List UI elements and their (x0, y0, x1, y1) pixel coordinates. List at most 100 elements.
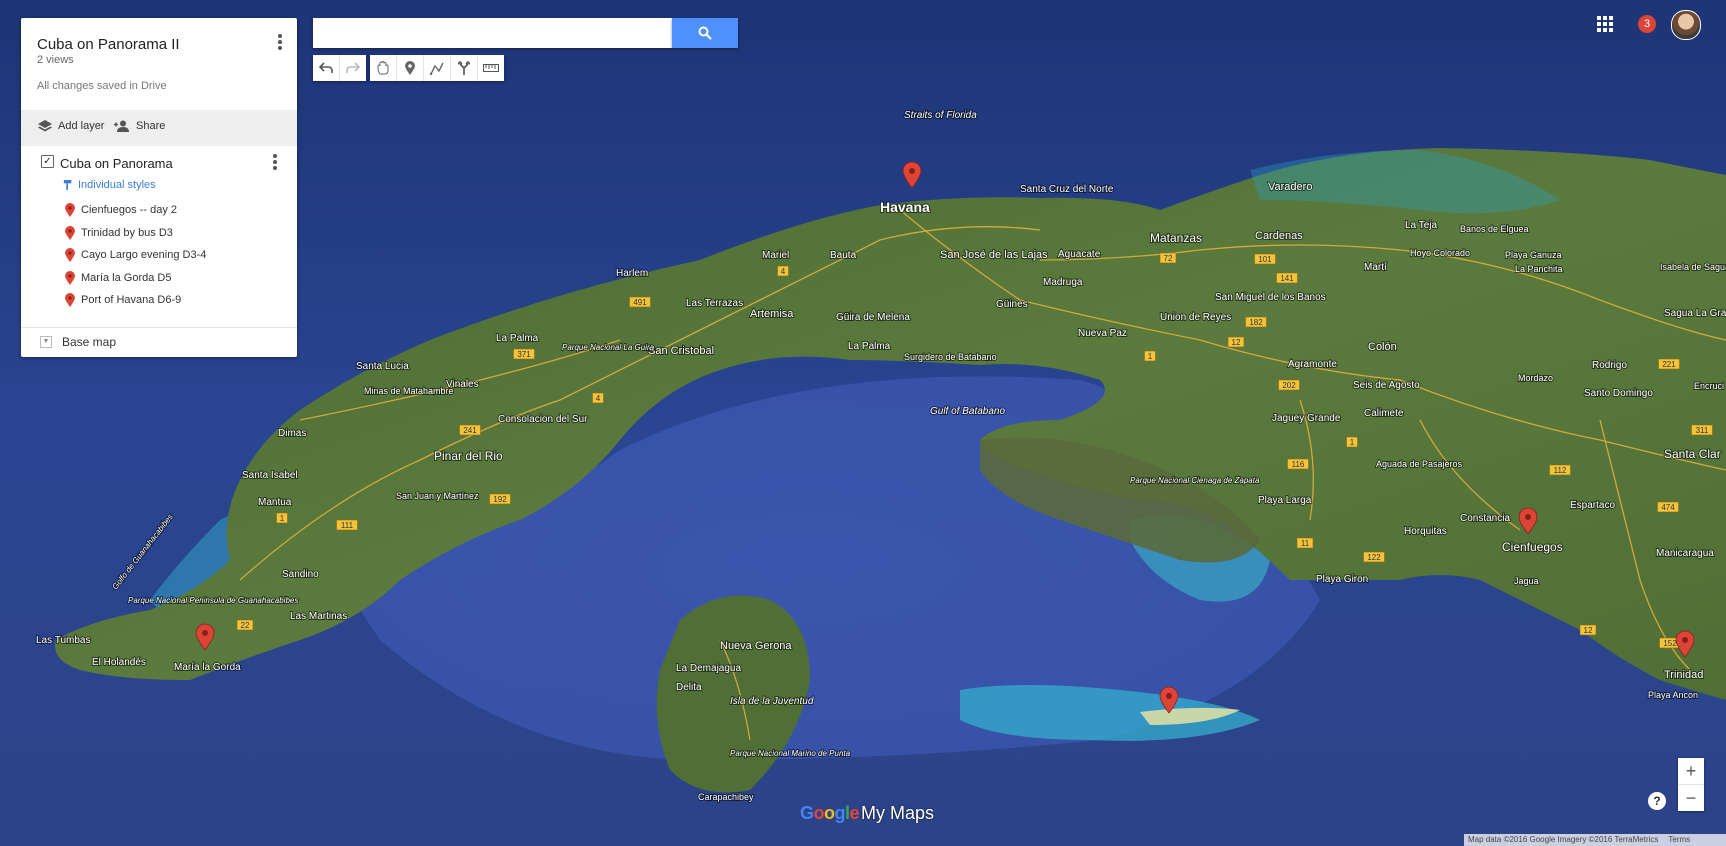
redo-button[interactable] (339, 55, 366, 81)
road-number: 311 (1696, 426, 1709, 435)
road-number: 4 (781, 267, 786, 276)
label-las-terrazas: Las Terrazas (686, 298, 743, 309)
label-santa-cruz: Santa Cruz del Norte (1020, 184, 1114, 195)
place-item[interactable]: Cayo Largo evening D3-4 (65, 248, 206, 262)
road-number: 202 (1282, 381, 1296, 390)
logo-letter: g (834, 803, 846, 823)
place-item[interactable]: Cienfuegos -- day 2 (65, 203, 177, 217)
road-number: 12 (1232, 338, 1241, 347)
place-item[interactable]: Trinidad by bus D3 (65, 225, 173, 240)
place-item[interactable]: Port of Havana D6-9 (65, 293, 181, 307)
map-marker-icon (65, 270, 75, 285)
add-layer-label: Add layer (58, 120, 105, 132)
label-la-palma: La Palma (496, 333, 539, 344)
redo-icon (346, 62, 360, 73)
search-button[interactable] (672, 18, 738, 48)
apps-grid-icon[interactable] (1597, 16, 1613, 32)
road-number: 112 (1554, 466, 1567, 475)
label-carapachibey: Carapachibey (698, 792, 754, 802)
notification-badge[interactable]: 3 (1638, 15, 1656, 33)
map-legend-panel: Cuba on Panorama II 2 views All changes … (21, 18, 297, 357)
zoom-out-button[interactable]: − (1678, 785, 1704, 811)
add-layer-button[interactable]: Add layer (38, 120, 104, 132)
layer-name[interactable]: Cuba on Panorama (60, 156, 173, 171)
undo-button[interactable] (313, 55, 339, 81)
panel-actions-bar: Add layer Share (21, 110, 297, 146)
map-pin-dot (202, 630, 208, 636)
terms-link[interactable]: Terms (1668, 834, 1690, 846)
avatar[interactable] (1671, 10, 1701, 40)
share-button[interactable]: Share (114, 120, 165, 132)
chevron-down-icon: ▼ (40, 336, 52, 348)
my-maps-logo-text: My Maps (861, 803, 935, 823)
add-person-icon (114, 120, 129, 132)
search-icon (698, 26, 712, 40)
label-santa-lucia: Santa Lucia (356, 361, 409, 372)
map-marker-icon (65, 248, 75, 262)
label-las-tumbas: Las Tumbas (36, 635, 90, 646)
label-aguada: Aguada de Pasajeros (1376, 459, 1463, 469)
logo-letter: e (849, 803, 860, 823)
label-delita: Delita (676, 682, 702, 693)
map-pin-dot (909, 168, 915, 174)
road-number: 182 (1249, 318, 1263, 327)
label-el-holandes: El Holandés (92, 657, 146, 668)
draw-line-icon (430, 62, 444, 75)
select-hand-button[interactable] (370, 55, 396, 81)
label-san-jose: San José de las Lajas (940, 249, 1048, 261)
label-esparto: Espartaco (1570, 500, 1615, 511)
road-number: 1 (280, 514, 285, 523)
map-title[interactable]: Cuba on Panorama II (37, 36, 180, 53)
measure-button[interactable] (477, 55, 504, 81)
paint-roller-icon (63, 180, 72, 190)
map-pin-dot (1525, 514, 1531, 520)
label-san-miguel: San Miguel de los Banos (1215, 292, 1326, 303)
add-directions-button[interactable] (450, 55, 477, 81)
base-map-toggle[interactable]: ▼ Base map (40, 335, 116, 349)
map-attribution: Map data ©2016 Google Imagery ©2016 Terr… (1464, 834, 1726, 846)
marker-icon (405, 61, 415, 75)
label-seis: Seis de Agosto (1353, 380, 1420, 391)
layer-visibility-checkbox[interactable]: ✓ (41, 155, 54, 168)
road-number: 116 (1292, 460, 1305, 469)
road-number: 141 (1280, 274, 1294, 283)
draw-line-button[interactable] (423, 55, 450, 81)
label-artemisa: Artemisa (750, 308, 794, 320)
label-aguacate: Aguacate (1058, 249, 1101, 260)
label-horquitas: Horquitas (1404, 526, 1447, 537)
map-marker-icon (65, 293, 75, 307)
zoom-in-button[interactable]: + (1678, 758, 1704, 784)
save-status: All changes saved in Drive (37, 80, 167, 92)
road-number: 491 (633, 298, 647, 307)
label-playa-ganuza: Playa Ganuza (1505, 250, 1562, 260)
zoom-controls: + − (1678, 758, 1704, 811)
search-input[interactable] (313, 18, 672, 48)
road-number: 474 (1661, 503, 1675, 512)
share-label: Share (136, 120, 166, 132)
label-madruga: Madruga (1043, 277, 1083, 288)
add-marker-button[interactable] (396, 55, 423, 81)
road-number: 12 (1584, 626, 1593, 635)
road-number: 101 (1258, 255, 1272, 264)
label-playa-giron: Playa Giron (1316, 574, 1368, 585)
help-button[interactable]: ? (1648, 792, 1666, 810)
label-sagua: Sagua La Grande (1664, 308, 1726, 319)
label-gulf: Gulf of Batabano (930, 406, 1005, 417)
map-options-kebab-icon[interactable] (274, 32, 286, 54)
label-la-teja: La Teja (1405, 220, 1438, 231)
label-mordazo: Mordazo (1518, 373, 1553, 383)
label-isla: Isla de la Juventud (730, 696, 814, 707)
place-item[interactable]: María la Gorda D5 (65, 270, 171, 285)
label-straits: Straits of Florida (904, 110, 977, 121)
label-rodrigo: Rodrigo (1592, 360, 1627, 371)
google-logo-text: Google (800, 803, 860, 824)
label-colon: Colón (1368, 341, 1397, 353)
label-vinales: Vinales (446, 379, 479, 390)
individual-styles-link[interactable]: Individual styles (78, 179, 156, 191)
layer-options-kebab-icon[interactable] (269, 152, 281, 174)
map-marker-icon (65, 225, 75, 240)
map-marker-icon (65, 203, 75, 217)
road-number: 122 (1367, 553, 1381, 562)
label-mariel: Mariel (762, 250, 789, 261)
label-maria-la-gorda: María la Gorda (174, 662, 241, 673)
